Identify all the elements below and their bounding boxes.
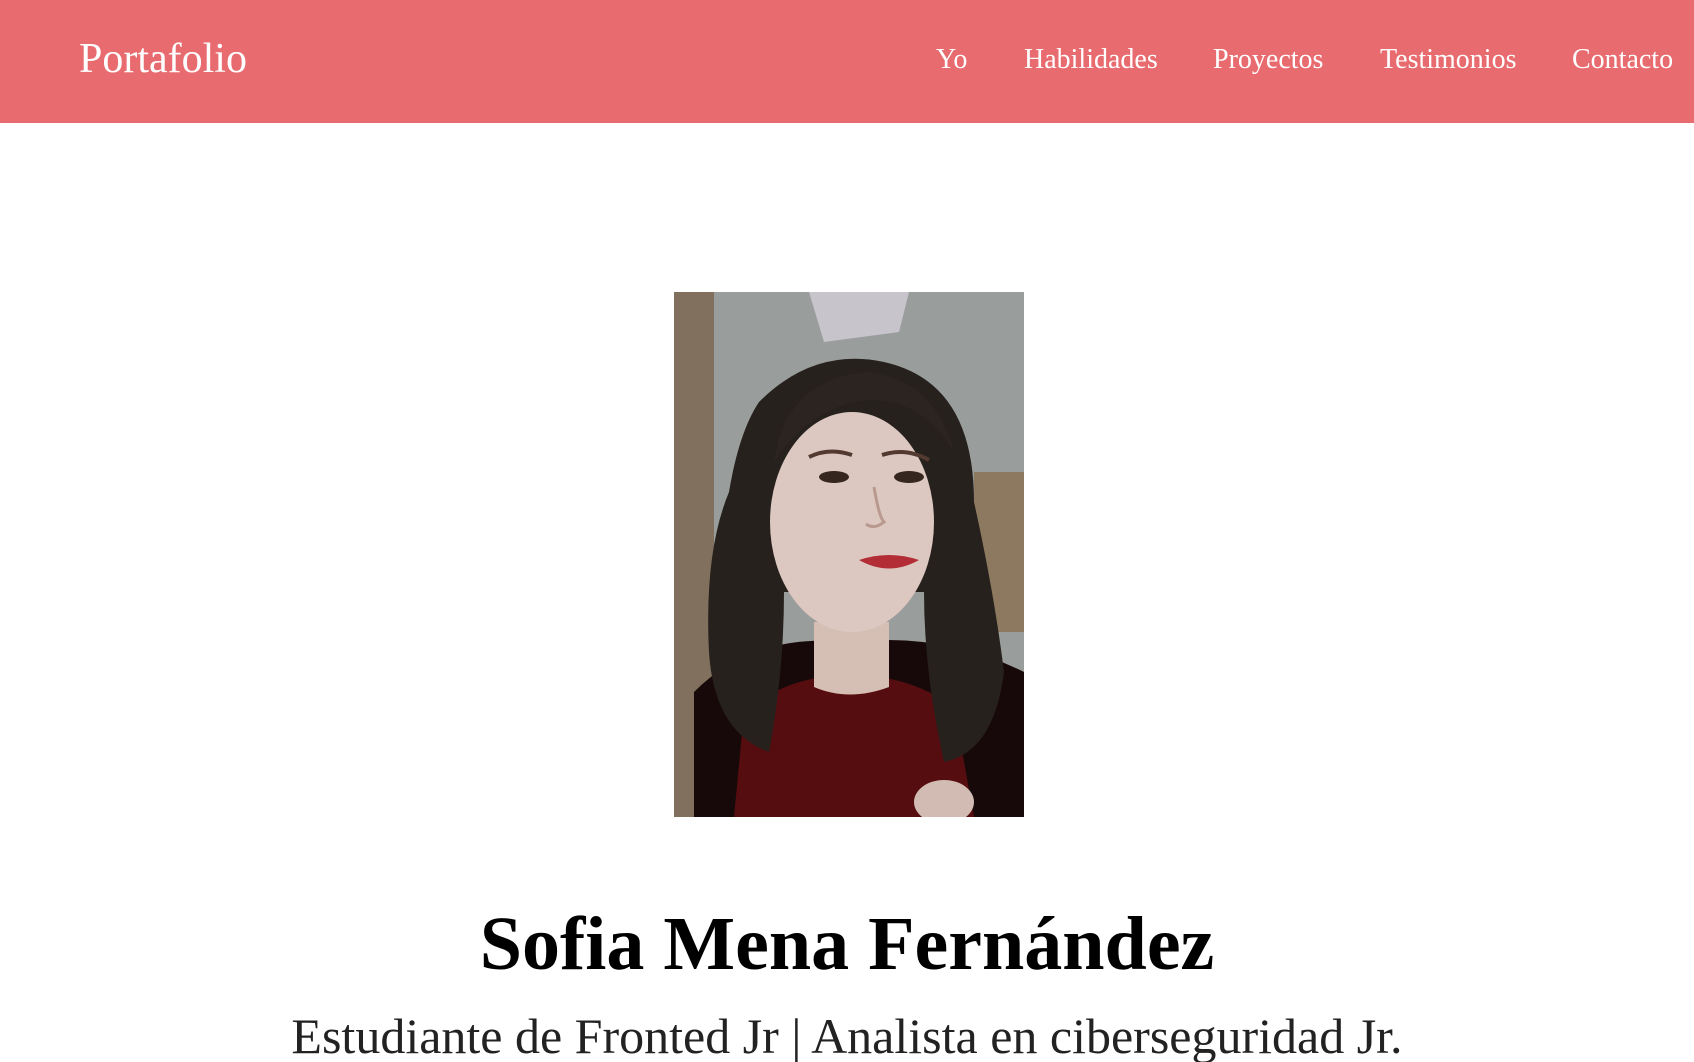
nav-link-proyectos[interactable]: Proyectos: [1213, 42, 1323, 78]
profile-photo: [674, 292, 1024, 817]
page: Portafolio Yo Habilidades Proyectos Test…: [0, 0, 1694, 1062]
navbar: Portafolio Yo Habilidades Proyectos Test…: [0, 0, 1694, 123]
profile-photo-illustration: [674, 292, 1024, 817]
nav-link-yo[interactable]: Yo: [936, 42, 967, 78]
profile-role: Estudiante de Fronted Jr | Analista en c…: [291, 1008, 1403, 1062]
profile-name: Sofia Mena Fernández: [479, 902, 1215, 986]
nav-link-habilidades[interactable]: Habilidades: [1024, 42, 1158, 78]
nav-menu: Yo Habilidades Proyectos Testimonios Con…: [0, 42, 1694, 82]
nav-link-testimonios[interactable]: Testimonios: [1380, 42, 1517, 78]
nav-link-contacto[interactable]: Contacto: [1572, 42, 1673, 78]
